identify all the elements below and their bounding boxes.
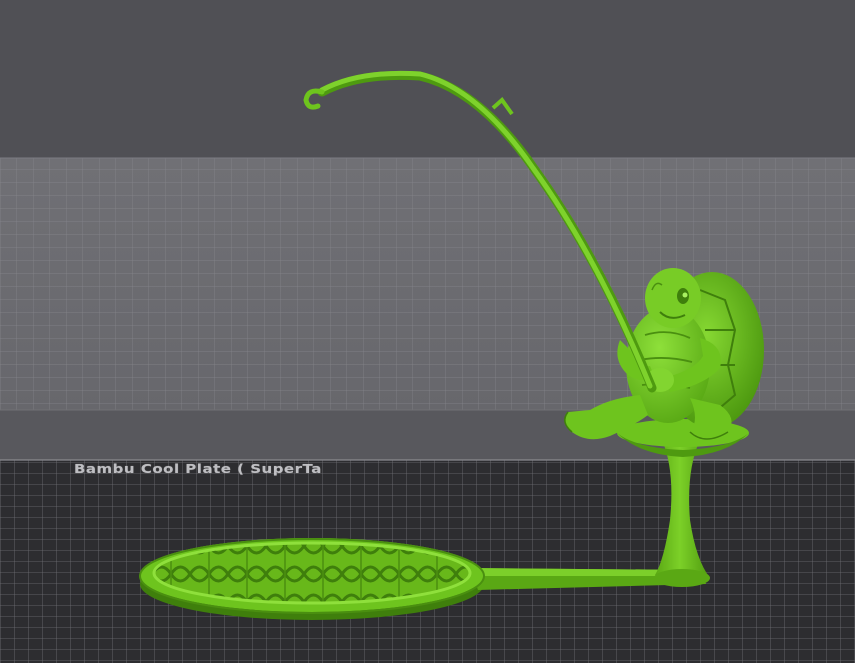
plate-label: Bambu Cool Plate ( SuperTa xyxy=(74,462,322,477)
3d-viewport[interactable] xyxy=(0,0,855,663)
